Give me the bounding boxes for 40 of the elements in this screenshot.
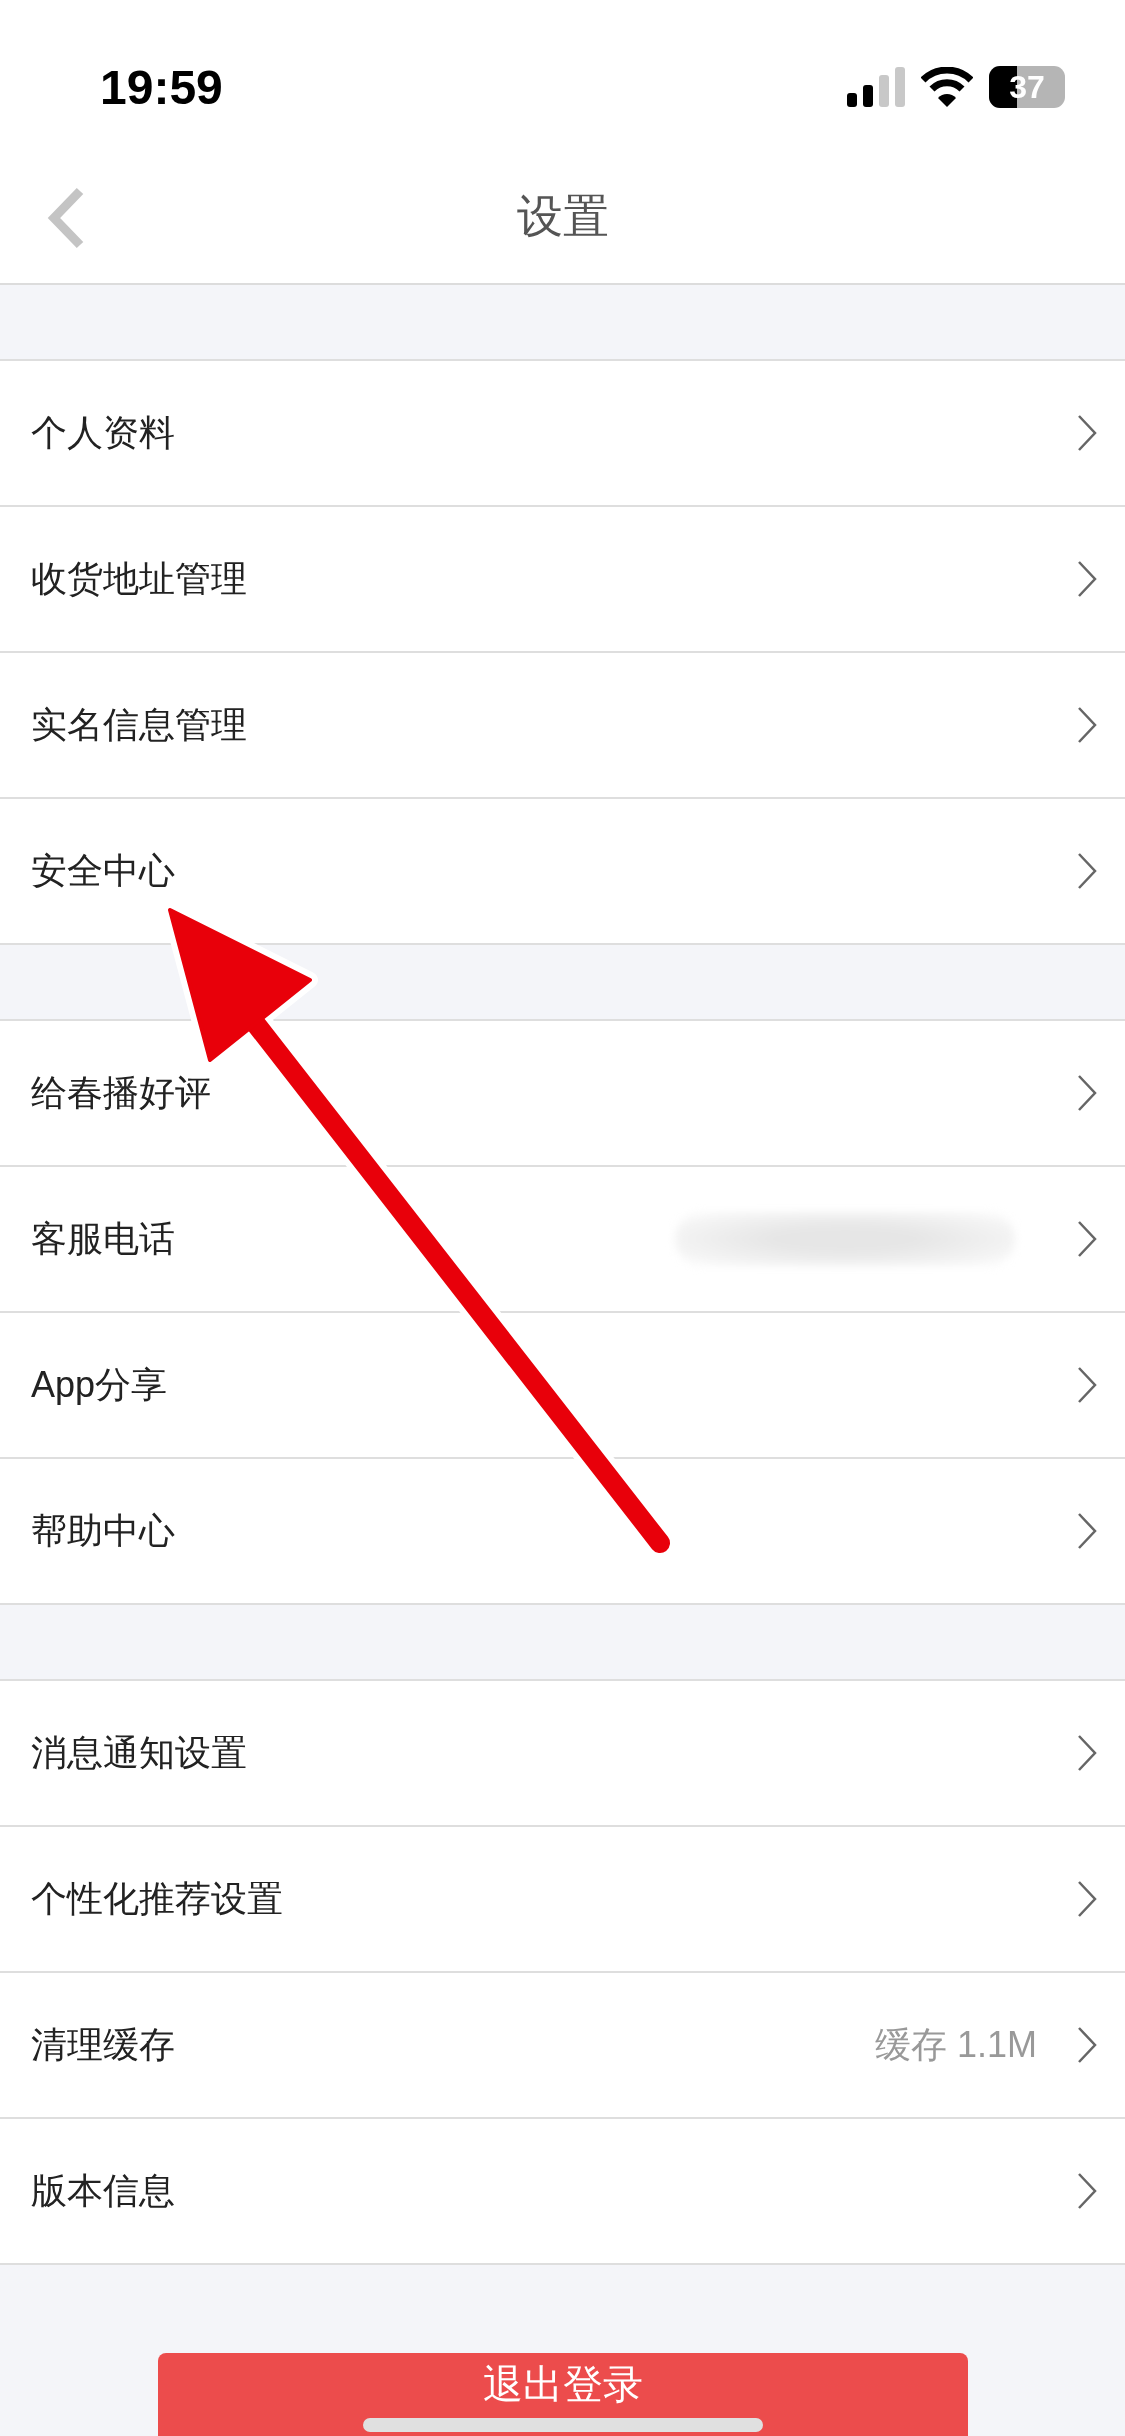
settings-row[interactable]: 实名信息管理 [0, 653, 1125, 799]
chevron-icon [1077, 2026, 1097, 2064]
signal-icon [847, 67, 905, 107]
row-label: 个性化推荐设置 [31, 1876, 284, 1921]
settings-row[interactable]: 版本信息 [0, 2119, 1125, 2265]
chevron-icon [1077, 1734, 1097, 1772]
chevron-icon [1077, 852, 1097, 890]
chevron-icon [1077, 1220, 1097, 1258]
settings-row[interactable]: 个性化推荐设置 [0, 1827, 1125, 1973]
chevron-icon [1077, 414, 1097, 452]
settings-row[interactable]: 清理缓存 缓存 1.1M [0, 1973, 1125, 2119]
logout-button[interactable]: 退出登录 [157, 2353, 968, 2436]
chevron-icon [1077, 1074, 1097, 1112]
row-label: 消息通知设置 [31, 1730, 248, 1775]
row-label: 收货地址管理 [31, 556, 248, 601]
row-label: 给春播好评 [31, 1070, 212, 1115]
chevron-icon [1077, 2172, 1097, 2210]
settings-row[interactable]: 客服电话 [0, 1167, 1125, 1313]
row-value: 缓存 1.1M [874, 2022, 1037, 2067]
chevron-icon [1077, 706, 1097, 744]
page-title: 设置 [516, 188, 609, 244]
chevron-icon [1077, 560, 1097, 598]
row-label: 帮助中心 [31, 1508, 176, 1553]
wifi-icon [921, 67, 973, 107]
row-label: App分享 [31, 1362, 169, 1407]
row-label: 实名信息管理 [31, 702, 248, 747]
settings-row[interactable]: App分享 [0, 1313, 1125, 1459]
chevron-icon [1077, 1880, 1097, 1918]
settings-row[interactable]: 收货地址管理 [0, 507, 1125, 653]
settings-row[interactable]: 帮助中心 [0, 1459, 1125, 1605]
settings-row[interactable]: 消息通知设置 [0, 1681, 1125, 1827]
row-label: 客服电话 [31, 1216, 176, 1261]
settings-row[interactable]: 个人资料 [0, 361, 1125, 507]
row-label: 安全中心 [31, 848, 176, 893]
row-label: 清理缓存 [31, 2022, 176, 2067]
row-label: 个人资料 [31, 410, 176, 455]
chevron-icon [1077, 1366, 1097, 1404]
row-label: 版本信息 [31, 2168, 176, 2213]
chevron-icon [1077, 1512, 1097, 1550]
time-text: 19:59 [100, 59, 223, 115]
